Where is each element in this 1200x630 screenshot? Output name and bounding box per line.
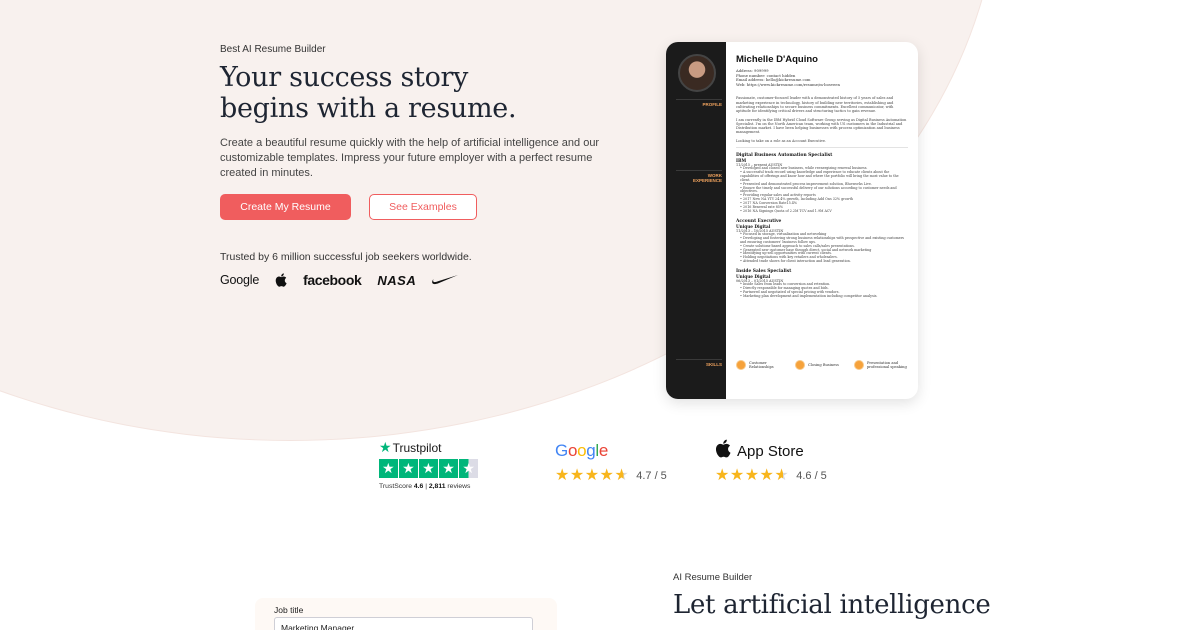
partial-star-icon: ★ (614, 467, 629, 484)
resume-name: Michelle D'Aquino (736, 54, 818, 65)
skill-badge-icon (736, 360, 746, 370)
skill-badge-icon (795, 360, 805, 370)
job-title-input[interactable] (274, 617, 533, 630)
resume-preview-card: PROFILE WORK EXPERIENCE SKILLS Michelle … (666, 42, 918, 399)
review-count: 2,811 (428, 482, 446, 490)
sidebar-divider (676, 170, 722, 171)
star-icon: ★ (399, 459, 418, 478)
hero-eyebrow: Best AI Resume Builder (220, 44, 326, 55)
half-star-icon: ★ (459, 459, 478, 478)
skill-label: Customer Relationships (749, 360, 774, 369)
sidebar-label-work: WORK EXPERIENCE (693, 173, 722, 183)
resume-profile-paragraph: Passionate, customer-focused leader with… (736, 96, 894, 114)
sidebar-label-profile: PROFILE (702, 102, 722, 107)
hero-title: Your success story begins with a resume. (220, 62, 600, 124)
nike-swoosh-icon (432, 275, 459, 285)
trustpilot-brand: ★ Trustpilot (379, 439, 479, 456)
appstore-brand: App Store (715, 439, 827, 463)
resume-profile-paragraph: Looking to take on a role as an Account … (736, 138, 827, 143)
skill-badge-icon (854, 360, 864, 370)
resume-skills: Customer Relationships Closing Business … (736, 360, 910, 370)
star-icon: ★ (759, 467, 774, 484)
trustpilot-rating[interactable]: ★ Trustpilot ★ ★ ★ ★ ★ TrustScore 4.6 | … (379, 439, 479, 490)
resume-sidebar: PROFILE WORK EXPERIENCE SKILLS (666, 42, 726, 399)
resume-job: Inside Sales Specialist Unique Digital 0… (736, 269, 908, 299)
resume-web: Web: https://www.kickresume.com/resume/m… (736, 81, 840, 87)
resume-job: Account Executive Unique Digital 11/2013… (736, 219, 908, 264)
job-bullet: 2016 NA Signings Quota of 2.2M TCV and 1… (740, 209, 908, 214)
hero-description: Create a beautiful resume quickly with t… (220, 137, 600, 179)
job-bullet: A successful track record using knowledg… (740, 170, 908, 183)
appstore-rating[interactable]: App Store ★ ★ ★ ★ ★ 4.6 / 5 (715, 439, 827, 484)
star-icon: ★ (379, 459, 398, 478)
partial-star-icon: ★ (774, 467, 789, 484)
see-examples-button[interactable]: See Examples (369, 194, 477, 220)
landing-page: Best AI Resume Builder Your success stor… (0, 0, 1200, 630)
google-rating[interactable]: Google ★ ★ ★ ★ ★ 4.7 / 5 (555, 439, 667, 484)
hero-title-line-1: Your success story (220, 62, 469, 93)
google-brand: Google (555, 439, 667, 463)
job-title-label: Job title (274, 605, 304, 615)
skill-item: Customer Relationships (736, 360, 792, 370)
star-icon: ★ (729, 467, 745, 484)
trustscore-separator: | (425, 482, 427, 490)
google-logo-letter: G (555, 441, 568, 460)
sidebar-label-work-line2: EXPERIENCE (692, 178, 722, 183)
resume-profile-paragraph: I am currently in the IBM Hybrid Cloud S… (736, 117, 907, 135)
skill-label: Closing Business (808, 362, 839, 367)
section-eyebrow: AI Resume Builder (673, 572, 753, 583)
trustpilot-stars: ★ ★ ★ ★ ★ (379, 459, 479, 478)
google-logo-letter: e (598, 441, 609, 460)
skill-label: Presentation and professional speaking (867, 360, 907, 369)
google-logo-letter: o (577, 441, 587, 460)
job-bullets: Inside Sales from leads to conversion an… (736, 282, 908, 299)
avatar (678, 54, 716, 92)
skill-item: Closing Business (795, 360, 851, 370)
sidebar-divider (676, 359, 722, 360)
trustscore-value: 4.6 (413, 482, 424, 490)
trustscore-label: TrustScore (379, 482, 412, 490)
job-bullet: Marketing plan development and implement… (740, 294, 908, 299)
trusted-by-text: Trusted by 6 million successful job seek… (220, 251, 472, 263)
star-icon: ★ (439, 459, 458, 478)
star-icon: ★ (419, 459, 438, 478)
client-logos: Google facebook NASA (220, 270, 474, 290)
job-bullets: Focused in storage, virtualization and n… (736, 232, 908, 264)
star-icon: ★ (584, 467, 600, 484)
appstore-label: App Store (737, 442, 804, 460)
apple-icon (275, 273, 287, 287)
star-icon: ★ (569, 467, 585, 484)
google-stars: ★ ★ ★ ★ ★ 4.7 / 5 (555, 468, 667, 484)
star-icon: ★ (599, 467, 614, 484)
apple-icon (715, 439, 731, 463)
google-logo-letter: o (567, 441, 578, 460)
job-bullet: Attended trade shows for client interact… (740, 259, 908, 264)
section-title: Let artificial intelligence (673, 590, 991, 620)
trustpilot-score: TrustScore 4.6 | 2,811 reviews (379, 483, 479, 490)
trustpilot-label: Trustpilot (392, 440, 442, 455)
star-icon: ★ (555, 467, 570, 484)
skill-item: Presentation and professional speaking (854, 360, 910, 370)
sidebar-label-skills: SKILLS (705, 362, 722, 367)
google-score: 4.7 / 5 (636, 470, 667, 482)
trustpilot-star-icon: ★ (379, 439, 392, 455)
google-logo: Google (555, 441, 608, 461)
hero-title-line-2: begins with a resume. (220, 93, 517, 124)
star-icon: ★ (744, 467, 760, 484)
resume-divider (736, 147, 908, 149)
facebook-logo: facebook (303, 272, 362, 288)
nasa-logo: NASA (377, 272, 417, 288)
reviews-label: reviews (447, 482, 471, 490)
appstore-score: 4.6 / 5 (796, 470, 827, 482)
job-bullets: Developed and closed new business, while… (736, 166, 908, 214)
resume-job: Digital Business Automation Specialist I… (736, 153, 908, 214)
edge-fade (1160, 0, 1200, 630)
resume-content: Michelle D'Aquino Address: 909999 Phone … (726, 42, 918, 399)
sidebar-divider (676, 99, 722, 100)
star-icon: ★ (715, 467, 730, 484)
appstore-stars: ★ ★ ★ ★ ★ 4.6 / 5 (715, 468, 827, 484)
google-logo: Google (220, 273, 260, 287)
create-resume-button[interactable]: Create My Resume (220, 194, 351, 220)
